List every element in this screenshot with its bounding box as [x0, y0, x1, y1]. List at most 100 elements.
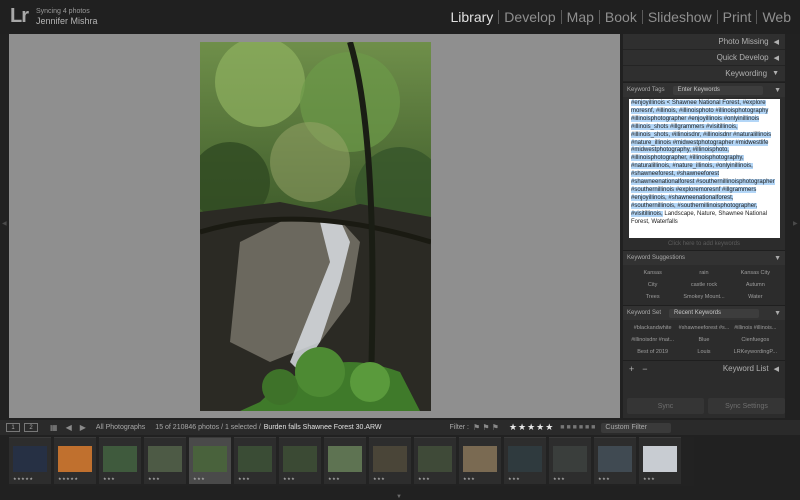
lightroom-logo: Lr	[10, 5, 29, 27]
suggestion-item[interactable]: castle rock	[678, 280, 729, 290]
keyword-set-item[interactable]: Louis	[678, 347, 729, 357]
thumb-image	[418, 446, 452, 472]
secondary-window-button[interactable]: 2	[24, 423, 38, 432]
source-label[interactable]: All Photographs	[96, 424, 145, 431]
keyword-tags-field[interactable]: #enjoyillinois < Shawnee National Forest…	[629, 99, 780, 238]
module-develop[interactable]: Develop	[498, 10, 560, 24]
thumb-rating: ★★★	[508, 476, 521, 481]
filmstrip-toggle-icon[interactable]: ▼	[396, 494, 402, 500]
keyword-suggestions-grid: Kansas rain Kansas City City castle rock…	[623, 265, 785, 305]
user-name: Jennifer Mishra	[36, 16, 98, 26]
keywording-header[interactable]: Keywording ▼	[623, 66, 785, 82]
filmstrip-thumb[interactable]: ★★★	[549, 437, 591, 484]
thumb-rating: ★★★	[598, 476, 611, 481]
thumb-rating: ★★★	[193, 476, 206, 481]
flag-filter-icon[interactable]: ⚑ ⚑ ⚑	[473, 423, 499, 432]
module-library[interactable]: Library	[446, 10, 499, 24]
filter-label: Filter :	[449, 424, 469, 431]
keyword-set-item[interactable]: #blackandwhite	[627, 323, 678, 333]
module-print[interactable]: Print	[716, 10, 757, 24]
sync-settings-button[interactable]: Sync Settings	[708, 398, 785, 414]
sync-status[interactable]: Syncing 4 photos	[36, 8, 90, 15]
keyword-hint[interactable]: Click here to add keywords	[623, 238, 785, 250]
module-book[interactable]: Book	[598, 10, 642, 24]
chevron-down-icon[interactable]: ▼	[774, 255, 781, 262]
thumb-rating: ★★★	[328, 476, 341, 481]
thumb-image	[103, 446, 137, 472]
thumb-rating: ★★★	[373, 476, 386, 481]
keyword-set-item[interactable]: #illinois #illinois...	[730, 323, 781, 333]
collapse-left-icon: ◀	[773, 38, 779, 46]
custom-filter-dropdown[interactable]: Custom Filter	[601, 422, 672, 433]
filmstrip-thumb[interactable]: ★★★	[369, 437, 411, 484]
keyword-set-item[interactable]: LRKeywordingP...	[730, 347, 781, 357]
keyword-set-item[interactable]: #shawneeforest #s...	[678, 323, 730, 333]
filmstrip-thumb[interactable]: ★★★★★	[54, 437, 96, 484]
keyword-set-item[interactable]: Best of 2019	[627, 347, 678, 357]
chevron-down-icon[interactable]: ▼	[774, 310, 781, 317]
thumb-image	[328, 446, 362, 472]
thumb-rating: ★★★★★	[13, 476, 34, 481]
keyword-tags-dropdown[interactable]: Enter Keywords	[672, 85, 763, 95]
grid-view-icon[interactable]: ▦	[50, 423, 58, 432]
filmstrip-thumb[interactable]: ★★★	[234, 437, 276, 484]
module-map[interactable]: Map	[560, 10, 599, 24]
suggestion-item[interactable]: rain	[678, 268, 729, 278]
filmstrip-thumb[interactable]: ★★★	[99, 437, 141, 484]
filmstrip-thumb[interactable]: ★★★★★	[9, 437, 51, 484]
identity-plate-bar: Lr Syncing 4 photos Jennifer Mishra Libr…	[0, 0, 800, 34]
thumb-image	[553, 446, 587, 472]
suggestion-item[interactable]: Smokey Mount...	[678, 292, 729, 302]
suggestion-item[interactable]: Autumn	[730, 280, 781, 290]
chevron-down-icon[interactable]: ▼	[774, 87, 781, 94]
thumb-rating: ★★★	[148, 476, 161, 481]
keyword-suggestions-row: Keyword Suggestions ▼	[623, 250, 785, 265]
suggestion-item[interactable]: Trees	[627, 292, 678, 302]
right-panel: Photo Missing ◀ Quick Develop ◀ Keywording…	[623, 34, 785, 418]
primary-window-button[interactable]: 1	[6, 423, 20, 432]
keyword-suggestions-label: Keyword Suggestions	[627, 255, 686, 261]
module-web[interactable]: Web	[756, 10, 796, 24]
right-panel-toggle-icon[interactable]: ▶	[793, 220, 798, 227]
thumb-image	[643, 446, 677, 472]
thumb-rating: ★★★	[283, 476, 296, 481]
filmstrip-thumb[interactable]: ★★★	[279, 437, 321, 484]
filmstrip-thumb[interactable]: ★★★	[504, 437, 546, 484]
filmstrip-thumb[interactable]: ★★★	[459, 437, 501, 484]
suggestion-item[interactable]: Water	[730, 292, 781, 302]
sync-buttons: Sync Sync Settings	[627, 398, 785, 416]
waterfall-photo-image	[200, 42, 431, 411]
back-arrow-icon[interactable]: ◀	[66, 423, 72, 432]
keyword-set-label: Keyword Set	[627, 310, 662, 316]
thumb-rating: ★★★	[103, 476, 116, 481]
module-slideshow[interactable]: Slideshow	[641, 10, 717, 24]
keyword-set-dropdown[interactable]: Recent Keywords	[669, 308, 760, 318]
forward-arrow-icon[interactable]: ▶	[80, 423, 86, 432]
filmstrip-thumb[interactable]: ★★★	[144, 437, 186, 484]
rating-filter-stars[interactable]: ★★★★★	[509, 422, 554, 433]
add-keyword-icon[interactable]: +	[629, 364, 634, 374]
suggestion-item[interactable]: Kansas	[627, 268, 678, 278]
left-panel-toggle-icon[interactable]: ◀	[2, 220, 7, 227]
color-label-filter[interactable]: ■ ■ ■ ■ ■ ■	[560, 424, 595, 431]
keyword-set-item[interactable]: Cienfuegos	[730, 335, 781, 345]
photo-missing-header[interactable]: Photo Missing ◀	[623, 34, 785, 50]
waterfall-photo[interactable]	[200, 42, 431, 411]
filmstrip-thumb-selected[interactable]: ★★★	[189, 437, 231, 484]
filmstrip-thumb[interactable]: ★★★	[594, 437, 636, 484]
suggestion-item[interactable]: Kansas City	[730, 268, 781, 278]
sync-button[interactable]: Sync	[627, 398, 704, 414]
filmstrip-thumb[interactable]: ★★★	[639, 437, 681, 484]
thumb-rating: ★★★	[463, 476, 476, 481]
collapse-left-icon: ◀	[773, 365, 779, 373]
filmstrip-thumb[interactable]: ★★★	[324, 437, 366, 484]
suggestion-item[interactable]: City	[627, 280, 678, 290]
thumb-image	[13, 446, 47, 472]
keyword-set-item[interactable]: Blue	[678, 335, 729, 345]
keyword-list-header[interactable]: + − Keyword List ◀	[623, 360, 785, 376]
remove-keyword-icon[interactable]: −	[642, 364, 647, 374]
keyword-set-row: Keyword Set Recent Keywords ▼	[623, 305, 785, 320]
keyword-set-item[interactable]: #illinoisdnr #nat...	[627, 335, 678, 345]
filmstrip-thumb[interactable]: ★★★	[414, 437, 456, 484]
quick-develop-header[interactable]: Quick Develop ◀	[623, 50, 785, 66]
